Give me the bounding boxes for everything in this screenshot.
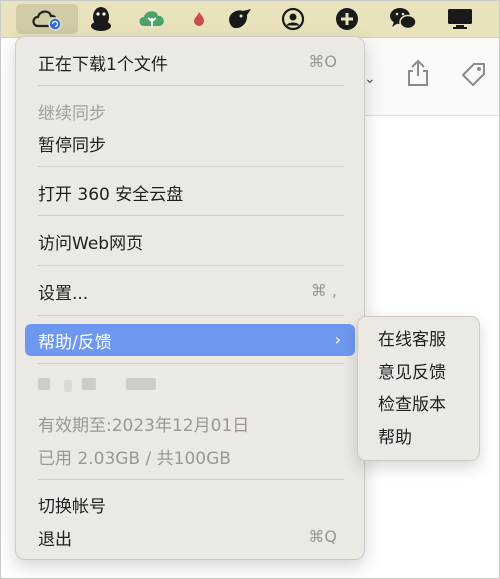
redaction-block (82, 378, 96, 390)
shortcut-label: ⌘ , (310, 281, 337, 300)
menu-item-switch-account[interactable]: 切换帐号 (25, 488, 355, 520)
menu-item-downloading[interactable]: 正在下载1个文件 ⌘O (25, 46, 355, 78)
menu-item-label: 切换帐号 (38, 496, 106, 517)
menu-item-help-feedback[interactable]: 帮助/反馈 › (25, 324, 355, 356)
wechat-icon[interactable] (386, 4, 420, 34)
360-cloud-icon[interactable] (16, 4, 78, 34)
menu-item-quit[interactable]: 退出 ⌘Q (25, 521, 355, 553)
submenu-item-feedback[interactable]: 意见反馈 (378, 358, 446, 388)
menu-item-label: 设置... (38, 283, 89, 304)
chevron-right-icon: › (334, 330, 341, 349)
menu-item-visit-web[interactable]: 访问Web网页 (25, 225, 355, 257)
redaction-block (38, 378, 50, 390)
menu-item-pause-sync[interactable]: 暂停同步 (25, 127, 355, 159)
menu-item-label: 访问Web网页 (38, 233, 144, 254)
menu-item-label: 暂停同步 (38, 135, 106, 156)
menu-item-resume-sync: 继续同步 (25, 95, 355, 127)
user-circle-icon[interactable] (278, 4, 308, 34)
submenu-item-online-service[interactable]: 在线客服 (378, 325, 446, 355)
tag-icon[interactable] (460, 61, 488, 91)
share-icon[interactable] (406, 59, 430, 91)
submenu-item-check-version[interactable]: 检查版本 (378, 390, 446, 420)
redaction-block (126, 378, 156, 390)
separator (38, 265, 344, 266)
menu-item-label: 继续同步 (38, 103, 106, 124)
qq-penguin-icon[interactable] (86, 4, 116, 34)
cloud-dropdown-menu: 正在下载1个文件 ⌘O 继续同步 暂停同步 打开 360 安全云盘 访问Web网… (15, 36, 365, 560)
shortcut-label: ⌘Q (308, 527, 337, 546)
menu-bar (0, 0, 500, 38)
menu-item-label: 退出 (38, 529, 72, 550)
separator (38, 85, 344, 86)
fire-icon[interactable] (190, 4, 208, 34)
add-circle-icon[interactable] (332, 4, 362, 34)
expiry-date: 有效期至:2023年12月01日 (38, 416, 250, 436)
cloud-tree-icon[interactable] (136, 4, 168, 34)
background-window-toolbar: ⌄ (360, 37, 500, 116)
menu-item-settings[interactable]: 设置... ⌘ , (25, 275, 355, 307)
bird-icon[interactable] (224, 4, 256, 34)
menu-item-open-cloud[interactable]: 打开 360 安全云盘 (25, 176, 355, 208)
submenu-item-help[interactable]: 帮助 (378, 423, 412, 453)
menu-item-label: 正在下载1个文件 (38, 54, 168, 75)
storage-usage: 已用 2.03GB / 共100GB (38, 449, 231, 469)
separator (38, 315, 344, 316)
help-feedback-submenu: 在线客服 意见反馈 检查版本 帮助 (357, 316, 480, 461)
separator (38, 166, 344, 167)
chevron-down-icon[interactable]: ⌄ (364, 71, 376, 87)
separator (38, 479, 344, 480)
menu-item-label: 帮助/反馈 (38, 332, 112, 353)
separator (38, 215, 344, 216)
display-icon[interactable] (444, 4, 476, 34)
separator (38, 363, 344, 364)
menu-item-label: 打开 360 安全云盘 (38, 184, 184, 205)
redaction-block (64, 380, 72, 392)
shortcut-label: ⌘O (308, 52, 337, 71)
